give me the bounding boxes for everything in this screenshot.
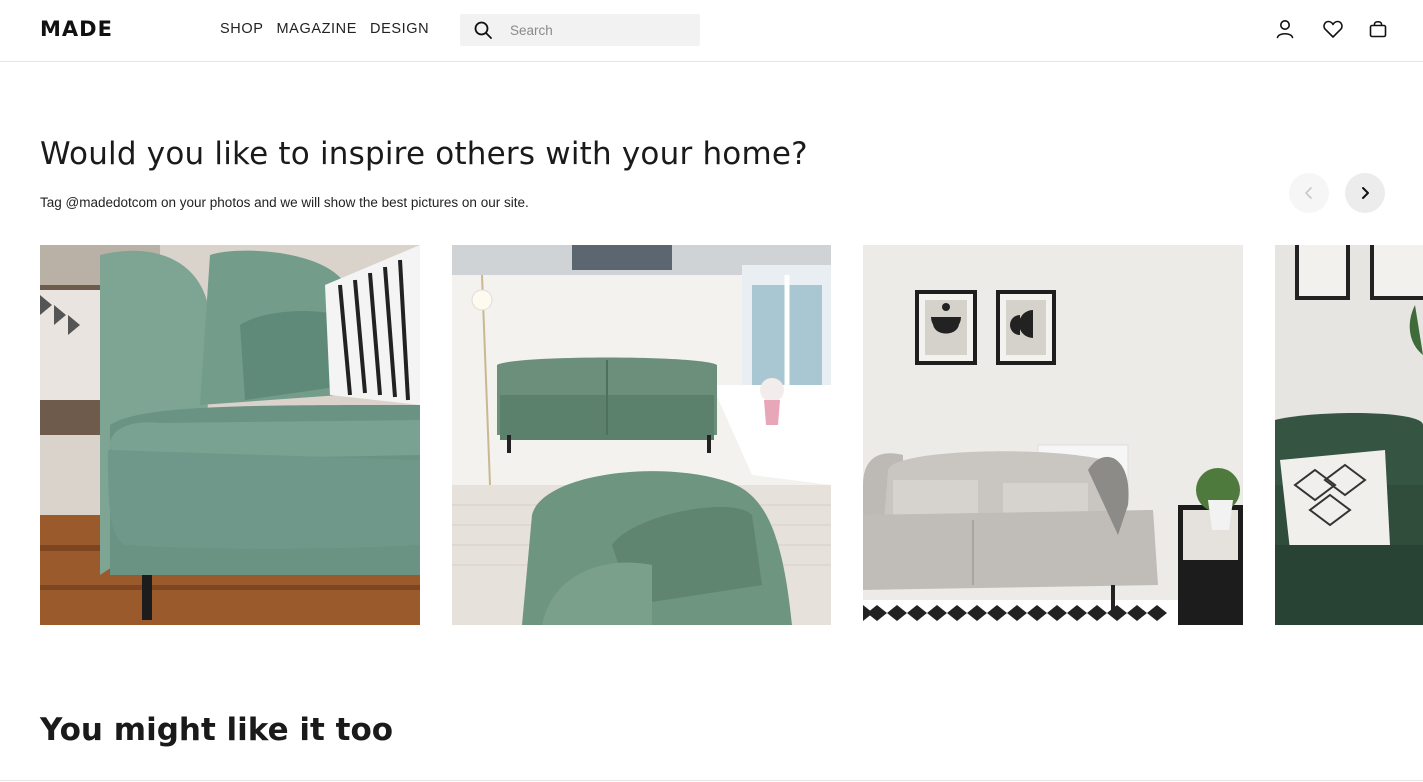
search-icon[interactable] bbox=[474, 21, 492, 39]
account-icon[interactable] bbox=[1274, 18, 1296, 40]
chevron-left-icon bbox=[1305, 187, 1312, 199]
inspire-subtitle: Tag @madedotcom on your photos and we wi… bbox=[40, 195, 529, 210]
made-logo[interactable]: MADE bbox=[40, 17, 113, 41]
related-heading: You might like it too bbox=[40, 712, 394, 748]
section-divider bbox=[0, 780, 1423, 781]
search-input[interactable] bbox=[510, 14, 690, 46]
carousel-prev-button[interactable] bbox=[1289, 173, 1329, 213]
wishlist-heart-icon[interactable] bbox=[1322, 18, 1344, 40]
nav-design[interactable]: DESIGN bbox=[370, 21, 429, 37]
site-header: MADE SHOP MAGAZINE DESIGN bbox=[0, 0, 1423, 62]
main-nav: SHOP MAGAZINE DESIGN bbox=[220, 21, 429, 37]
basket-icon[interactable] bbox=[1367, 18, 1389, 40]
inspiration-photo-green-sofa-conservatory[interactable] bbox=[452, 245, 831, 625]
nav-shop[interactable]: SHOP bbox=[220, 21, 264, 37]
inspiration-photo-grey-sofa-framed-prints[interactable] bbox=[863, 245, 1243, 625]
chevron-right-icon bbox=[1362, 187, 1369, 199]
inspire-heading: Would you like to inspire others with yo… bbox=[40, 136, 808, 172]
nav-magazine[interactable]: MAGAZINE bbox=[277, 21, 358, 37]
inspiration-photo-green-sofa-closeup[interactable] bbox=[40, 245, 420, 625]
search-bar bbox=[460, 14, 700, 46]
carousel-next-button[interactable] bbox=[1345, 173, 1385, 213]
inspiration-photo-green-sofa-patterned-cushion[interactable] bbox=[1275, 245, 1423, 625]
